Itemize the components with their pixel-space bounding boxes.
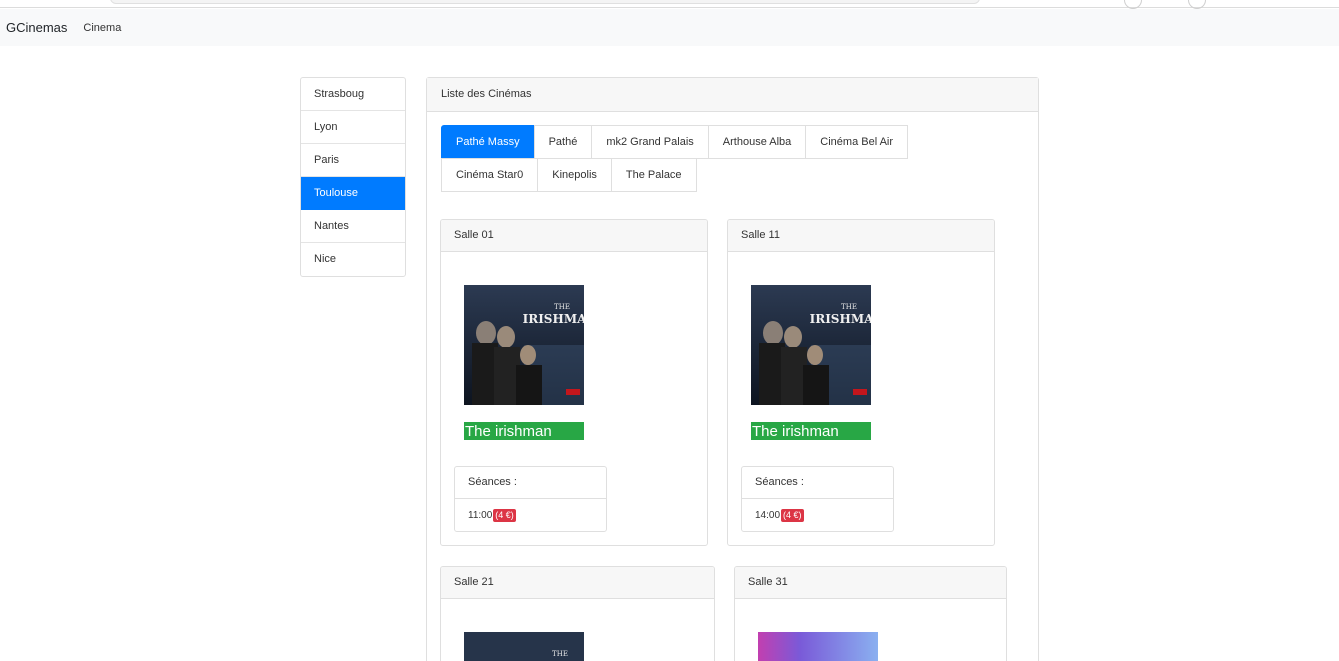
svg-text:THE: THE [554, 303, 570, 311]
city-item-strasboug[interactable]: Strasboug [301, 78, 405, 111]
browser-profile-icon[interactable] [1188, 0, 1206, 9]
film-title[interactable]: The irishman [751, 422, 871, 440]
city-list: Strasboug Lyon Paris Toulouse Nantes Nic… [300, 77, 406, 277]
salle-card: Salle 11 THE IRISHMAN [727, 219, 995, 546]
city-item-toulouse[interactable]: Toulouse [301, 177, 405, 210]
tab-mk2-grand-palais[interactable]: mk2 Grand Palais [591, 125, 709, 159]
tab-arthouse-alba[interactable]: Arthouse Alba [707, 125, 807, 159]
seance-row[interactable]: 11:00 (4 €) [455, 499, 606, 532]
svg-text:IRISHMAN: IRISHMAN [523, 312, 584, 326]
svg-text:IRISHMAN: IRISHMAN [810, 312, 871, 326]
city-item-nice[interactable]: Nice [301, 243, 405, 276]
salle-card: Salle 21 THE IRISHMAN [440, 566, 715, 661]
salle-name: Salle 31 [735, 567, 1006, 599]
navbar: GCinemas Cinema [0, 9, 1339, 46]
seance-price-badge: (4 €) [493, 509, 516, 522]
salle-card: Salle 31 [734, 566, 1007, 661]
seances-card: Séances : 11:00 (4 €) [454, 466, 607, 532]
navbar-brand[interactable]: GCinemas [6, 20, 67, 35]
city-item-paris[interactable]: Paris [301, 144, 405, 177]
seance-time: 11:00 [468, 510, 493, 521]
seance-row[interactable]: 14:00 (4 €) [742, 499, 893, 532]
seances-card: Séances : 14:00 (4 €) [741, 466, 894, 532]
film-poster[interactable]: THE IRISHMAN [751, 285, 871, 405]
tab-cinema-bel-air[interactable]: Cinéma Bel Air [805, 125, 909, 159]
film-poster[interactable] [758, 632, 878, 661]
film-poster[interactable]: THE IRISHMAN [464, 285, 584, 405]
seance-price-badge: (4 €) [781, 509, 804, 522]
city-item-nantes[interactable]: Nantes [301, 210, 405, 243]
tab-pathe-massy[interactable]: Pathé Massy [441, 125, 535, 159]
nav-link-cinema[interactable]: Cinema [83, 22, 121, 34]
salle-name: Salle 01 [441, 220, 707, 252]
tab-cinema-star0[interactable]: Cinéma Star0 [441, 158, 539, 192]
seances-label: Séances : [742, 467, 893, 499]
browser-extension-icon[interactable] [1124, 0, 1142, 9]
salle-name: Salle 21 [441, 567, 714, 599]
svg-text:THE: THE [841, 303, 857, 311]
tab-pathe[interactable]: Pathé [533, 125, 593, 159]
browser-toolbar-edge [0, 0, 1339, 9]
svg-text:THE: THE [552, 650, 568, 658]
tab-the-palace[interactable]: The Palace [610, 158, 697, 192]
cinema-tabs: Pathé Massy Pathé mk2 Grand Palais Artho… [441, 125, 1001, 192]
address-bar[interactable] [110, 0, 980, 4]
city-item-lyon[interactable]: Lyon [301, 111, 405, 144]
cinemas-card: Liste des Cinémas Pathé Massy Pathé mk2 … [426, 77, 1039, 661]
seances-label: Séances : [455, 467, 606, 499]
film-poster[interactable]: THE IRISHMAN [464, 632, 584, 661]
salle-name: Salle 11 [728, 220, 994, 252]
salle-card: Salle 01 THE IRISHMAN [440, 219, 708, 546]
film-title[interactable]: The irishman [464, 422, 584, 440]
tab-kinepolis[interactable]: Kinepolis [537, 158, 612, 192]
seance-time: 14:00 [755, 510, 781, 521]
cinemas-card-header: Liste des Cinémas [427, 78, 1038, 112]
